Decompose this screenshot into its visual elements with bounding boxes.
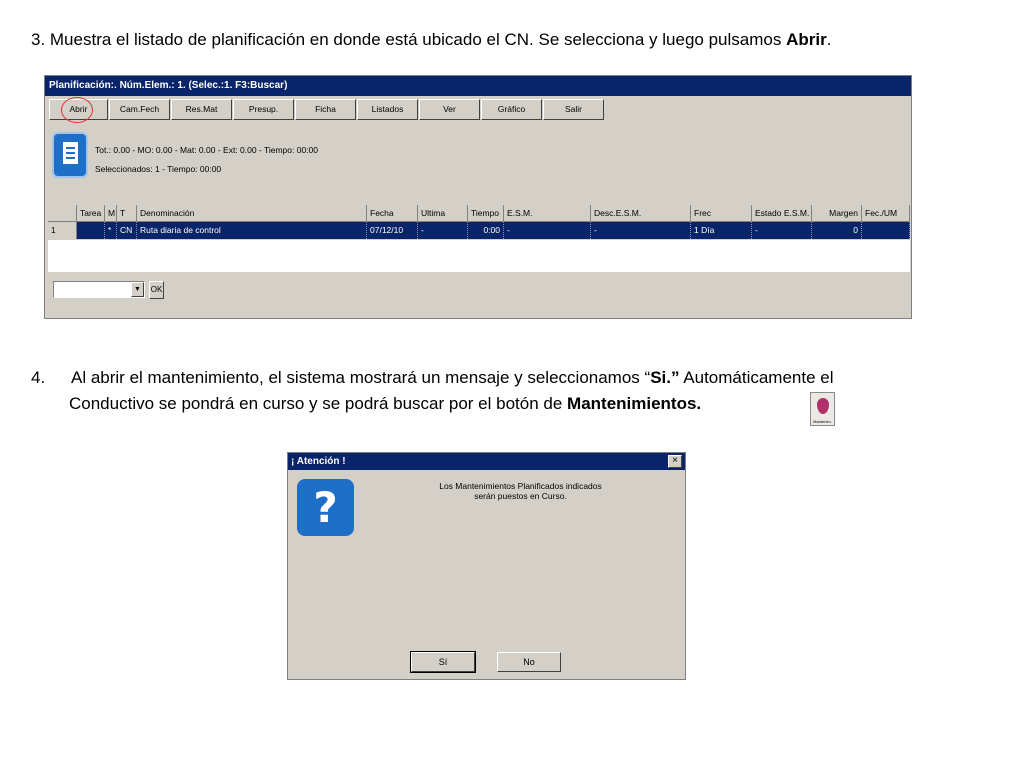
cell-tiempo: 0:00: [468, 222, 504, 239]
step4-line1-bold: Si.”: [650, 368, 680, 387]
col-header-fec-um[interactable]: Fec./UM: [862, 205, 910, 222]
cell-esm: -: [504, 222, 591, 239]
table-row[interactable]: 1 * CN Ruta diaria de control 07/12/10 -…: [48, 222, 910, 239]
ver-button[interactable]: Ver: [419, 99, 480, 120]
col-header-tiempo[interactable]: Tiempo: [468, 205, 504, 222]
step4-line1-end: Automáticamente el: [679, 368, 834, 387]
step4-line2-text: Conductivo se pondrá en curso y se podrá…: [69, 394, 568, 413]
grid-header: Tarea M T Denominación Fecha Ultima Tiem…: [48, 205, 910, 222]
cell-t: CN: [117, 222, 137, 239]
col-header-estado-esm[interactable]: Estado E.S.M.: [752, 205, 812, 222]
col-header-m[interactable]: M: [105, 205, 117, 222]
question-icon: ?: [297, 479, 354, 536]
res-mat-button[interactable]: Res.Mat: [171, 99, 232, 120]
cell-estado-esm: -: [752, 222, 812, 239]
cell-tarea: [77, 222, 105, 239]
no-button[interactable]: No: [497, 652, 561, 672]
col-header-tarea[interactable]: Tarea: [77, 205, 105, 222]
si-button[interactable]: Sí: [411, 652, 475, 672]
ficha-button[interactable]: Ficha: [295, 99, 356, 120]
listados-button[interactable]: Listados: [357, 99, 418, 120]
step4-line2-bold: Mantenimientos.: [567, 394, 702, 413]
cell-fecha: 07/12/10: [367, 222, 418, 239]
step3-bold: Abrir: [786, 30, 827, 49]
col-header-fecha[interactable]: Fecha: [367, 205, 418, 222]
mantenimientos-drop-icon: Mantenim.: [810, 392, 835, 426]
cell-denominacion: Ruta diaria de control: [137, 222, 367, 239]
attention-dialog: ¡ Atención ! × ? Los Mantenimientos Plan…: [287, 452, 686, 680]
row-number[interactable]: 1: [48, 222, 77, 239]
planning-grid: Tarea M T Denominación Fecha Ultima Tiem…: [48, 205, 910, 239]
grafico-button[interactable]: Gráfico: [481, 99, 542, 120]
cell-margen: 0: [812, 222, 862, 239]
planning-window: Planificación:. Núm.Elem.: 1. (Selec.:1.…: [44, 75, 912, 319]
cam-fech-button[interactable]: Cam.Fech: [109, 99, 170, 120]
cell-fec-um: [862, 222, 910, 239]
presup-button[interactable]: Presup.: [233, 99, 294, 120]
ok-button[interactable]: OK: [149, 281, 164, 299]
salir-button[interactable]: Salir: [543, 99, 604, 120]
step4-number: 4.: [31, 368, 46, 387]
cell-desc-esm: -: [591, 222, 691, 239]
col-header-ultima[interactable]: Ultima: [418, 205, 468, 222]
dialog-title: ¡ Atención !: [288, 453, 685, 470]
cell-frec: 1 Día: [691, 222, 752, 239]
step4-instruction-line1: 4. Al abrir el mantenimiento, el sistema …: [31, 366, 834, 390]
cell-m: *: [105, 222, 117, 239]
planning-toolbar: Abrir Cam.Fech Res.Mat Presup. Ficha Lis…: [49, 99, 604, 121]
abrir-highlight-circle: [61, 97, 93, 123]
close-icon[interactable]: ×: [668, 455, 682, 468]
mantenimientos-icon-label: Mantenim.: [813, 419, 832, 424]
filter-dropdown[interactable]: ▼: [53, 281, 145, 298]
document-list-icon: [52, 132, 88, 178]
cell-ultima: -: [418, 222, 468, 239]
step4-instruction-line2: Conductivo se pondrá en curso y se podrá…: [69, 392, 701, 416]
grid-empty-area: [48, 240, 910, 272]
planning-window-title: Planificación:. Núm.Elem.: 1. (Selec.:1.…: [45, 76, 911, 96]
col-header-margen[interactable]: Margen: [812, 205, 862, 222]
step3-text: 3. Muestra el listado de planificación e…: [31, 30, 787, 49]
col-header-t[interactable]: T: [117, 205, 137, 222]
selected-info: Seleccionados: 1 - Tiempo: 00:00: [95, 164, 222, 174]
chevron-down-icon[interactable]: ▼: [131, 282, 144, 297]
step3-end: .: [826, 30, 832, 49]
totals-info: Tot.: 0.00 - MO: 0.00 - Mat: 0.00 - Ext:…: [95, 145, 318, 155]
step4-line1-text: Al abrir el mantenimiento, el sistema mo…: [71, 368, 651, 387]
col-header-esm[interactable]: E.S.M.: [504, 205, 591, 222]
col-header-desc-esm[interactable]: Desc.E.S.M.: [591, 205, 691, 222]
dialog-message-line2: serán puestos en Curso.: [474, 491, 567, 501]
col-header-rownum: [48, 205, 77, 222]
col-header-denominacion[interactable]: Denominación: [137, 205, 367, 222]
step3-instruction: 3. Muestra el listado de planificación e…: [31, 28, 831, 52]
dialog-message-line1: Los Mantenimientos Planificados indicado…: [439, 481, 602, 491]
col-header-frec[interactable]: Frec: [691, 205, 752, 222]
